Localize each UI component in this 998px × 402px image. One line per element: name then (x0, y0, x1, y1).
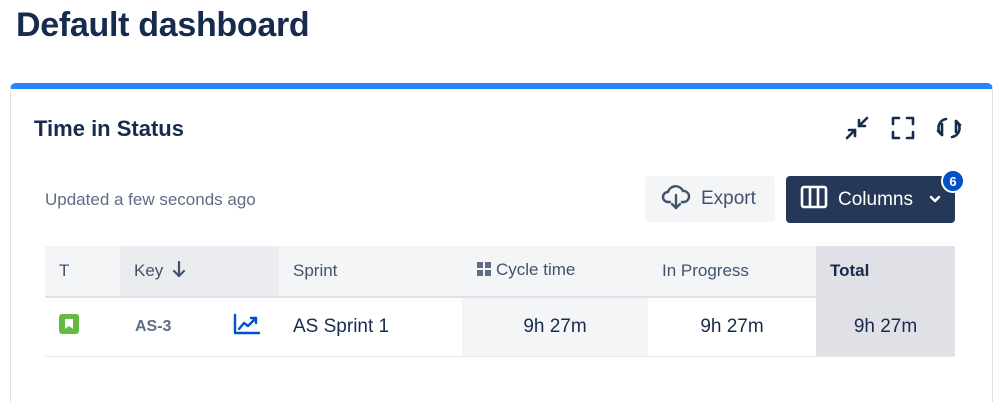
column-header-type[interactable]: T (45, 246, 120, 298)
column-header-in-progress[interactable]: In Progress (648, 246, 816, 298)
columns-button[interactable]: Columns (786, 176, 955, 223)
chevron-down-icon (929, 191, 941, 209)
cycle-time-cell: 9h 27m (462, 297, 648, 357)
trend-chart-icon[interactable] (233, 313, 261, 341)
key-cell: AS-3 (120, 297, 279, 357)
in-progress-cell: 9h 27m (648, 297, 816, 357)
column-header-key[interactable]: Key (120, 246, 279, 298)
column-header-total[interactable]: Total (816, 246, 955, 298)
refresh-icon[interactable] (934, 113, 964, 143)
table-header-row: T Key Sprint Cycle time In Progress Tota… (45, 246, 955, 298)
sort-descending-icon (172, 260, 186, 283)
export-label: Export (701, 188, 756, 209)
gadget-title: Time in Status (34, 116, 184, 141)
fullscreen-icon[interactable] (888, 113, 918, 143)
issue-key-link[interactable]: AS-3 (120, 318, 171, 336)
export-button[interactable]: Export (645, 176, 775, 222)
type-cell (45, 297, 120, 357)
column-header-sprint[interactable]: Sprint (279, 246, 462, 298)
column-header-cycle-time[interactable]: Cycle time (462, 246, 648, 298)
grid-icon (476, 261, 492, 282)
table-row: AS-3 AS Sprint 1 9h 27m 9h 27m 9h 27m (45, 297, 955, 357)
total-cell: 9h 27m (816, 297, 955, 357)
columns-label: Columns (838, 188, 913, 210)
collapse-icon[interactable] (842, 113, 872, 143)
time-in-status-gadget: Time in Status Updated a few seconds ago (10, 83, 993, 402)
columns-icon (800, 185, 828, 214)
story-icon (59, 313, 79, 334)
page-title: Default dashboard (16, 6, 310, 44)
updated-timestamp: Updated a few seconds ago (45, 190, 256, 209)
time-in-status-table: T Key Sprint Cycle time In Progress Tota… (45, 246, 955, 357)
columns-count-badge: 6 (941, 169, 965, 193)
gadget-actions (842, 113, 964, 143)
cloud-download-icon (661, 184, 691, 215)
sprint-cell: AS Sprint 1 (279, 297, 462, 357)
